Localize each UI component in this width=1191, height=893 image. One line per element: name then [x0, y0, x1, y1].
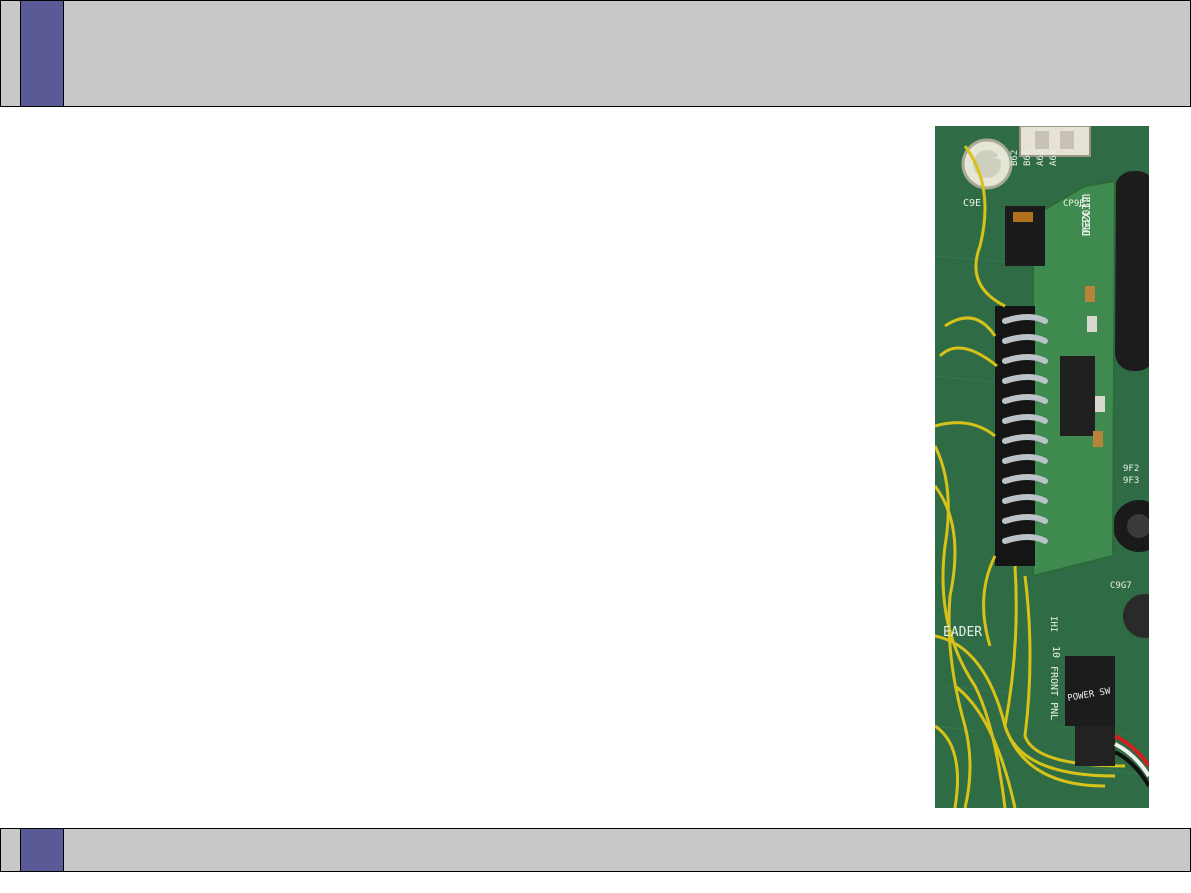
silk-9f3: 9F3	[1123, 476, 1139, 486]
silk-c9g7: C9G7	[1110, 581, 1132, 591]
coin-battery	[1115, 171, 1149, 371]
footer-left-margin	[1, 829, 21, 871]
slide-title	[64, 1, 1190, 106]
silk-front-pnl: FRONT PNL	[1048, 666, 1059, 720]
footer-band	[0, 828, 1191, 872]
silk-9f2: 9F2	[1123, 464, 1139, 474]
silk-plus: +	[995, 150, 1002, 164]
silk-a61: A61	[1049, 150, 1059, 166]
silk-c9e: C9E	[963, 198, 981, 209]
silk-header: EADER	[943, 625, 982, 640]
silk-b61: B61	[1023, 150, 1033, 166]
silk-10: 10	[1050, 646, 1061, 658]
header-left-margin	[1, 1, 21, 106]
silk-ihi: IHI	[1048, 616, 1058, 632]
footer-text	[64, 829, 1190, 871]
silk-b62: B62	[1010, 150, 1020, 166]
module-chip	[1060, 356, 1095, 436]
footer-accent-bar	[21, 829, 64, 871]
header-band	[0, 0, 1191, 107]
silk-a62: A62	[1036, 150, 1046, 166]
header-accent-bar	[21, 1, 64, 106]
slide: C9E + B62 B61 A62 A61 CP9E maxim DS2032 …	[0, 0, 1191, 893]
silk-chip-code: DS2032	[1080, 196, 1093, 236]
hardware-photo: C9E + B62 B61 A62 A61 CP9E maxim DS2032 …	[935, 126, 1149, 808]
